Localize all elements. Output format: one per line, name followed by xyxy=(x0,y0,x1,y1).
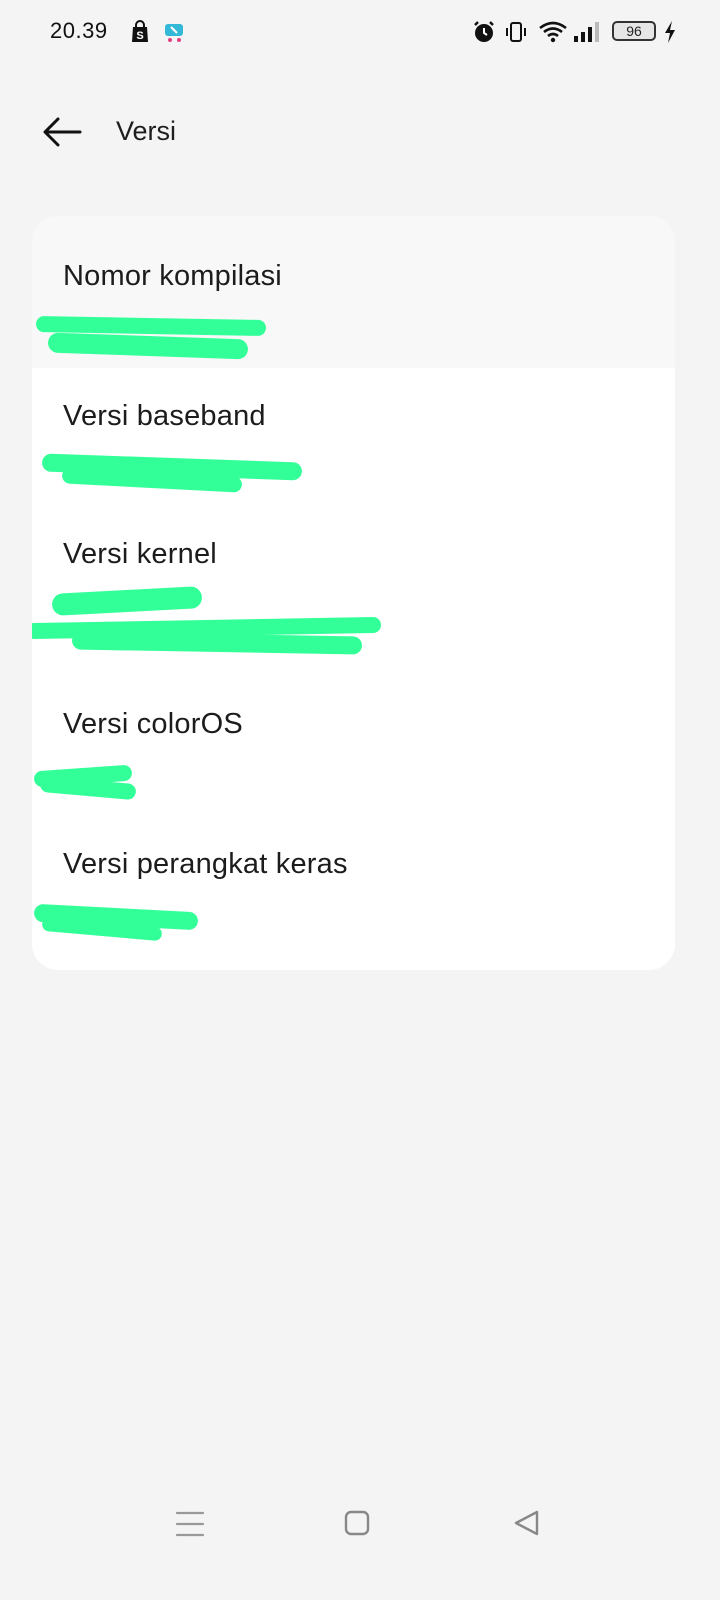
vibrate-icon xyxy=(506,22,526,42)
alarm-icon xyxy=(474,21,494,42)
wifi-icon xyxy=(539,21,567,43)
battery-level: 96 xyxy=(626,23,642,39)
redaction-mark xyxy=(47,332,249,360)
recents-button[interactable] xyxy=(170,1506,210,1542)
version-row-hardware[interactable]: Versi perangkat keras xyxy=(32,816,675,970)
version-row-kernel[interactable]: Versi kernel xyxy=(32,506,675,676)
version-row-coloros[interactable]: Versi colorOS xyxy=(32,676,675,816)
version-card: Nomor kompilasi Versi baseband Versi ker… xyxy=(32,216,675,970)
page-title: Versi xyxy=(116,116,177,146)
row-label-coloros: Versi colorOS xyxy=(63,708,243,740)
version-row-baseband[interactable]: Versi baseband xyxy=(32,368,675,506)
home-icon xyxy=(344,1510,370,1536)
status-bar: 20.39 S 96 xyxy=(0,0,720,64)
home-button[interactable] xyxy=(337,1506,377,1542)
row-label-hardware: Versi perangkat keras xyxy=(63,848,348,880)
signal-icon xyxy=(574,22,599,42)
charging-icon xyxy=(665,21,675,43)
redaction-mark xyxy=(71,631,363,655)
arrow-left-icon xyxy=(43,117,82,147)
svg-text:S: S xyxy=(136,30,143,42)
version-row-build-number[interactable]: Nomor kompilasi xyxy=(32,216,675,368)
back-triangle-icon xyxy=(514,1510,539,1536)
row-value-coloros xyxy=(63,747,675,777)
navigation-bar xyxy=(0,1492,720,1556)
nav-back-button[interactable] xyxy=(507,1506,547,1542)
menu-icon xyxy=(175,1511,205,1537)
back-button[interactable] xyxy=(38,112,86,152)
status-time: 20.39 xyxy=(50,18,108,43)
cart-notification-icon xyxy=(165,24,183,42)
row-label-kernel: Versi kernel xyxy=(63,538,217,570)
battery-icon: 96 xyxy=(612,21,656,41)
row-label-baseband: Versi baseband xyxy=(63,400,266,432)
row-label-build-number: Nomor kompilasi xyxy=(63,260,282,292)
shopee-bag-icon: S xyxy=(132,20,148,42)
